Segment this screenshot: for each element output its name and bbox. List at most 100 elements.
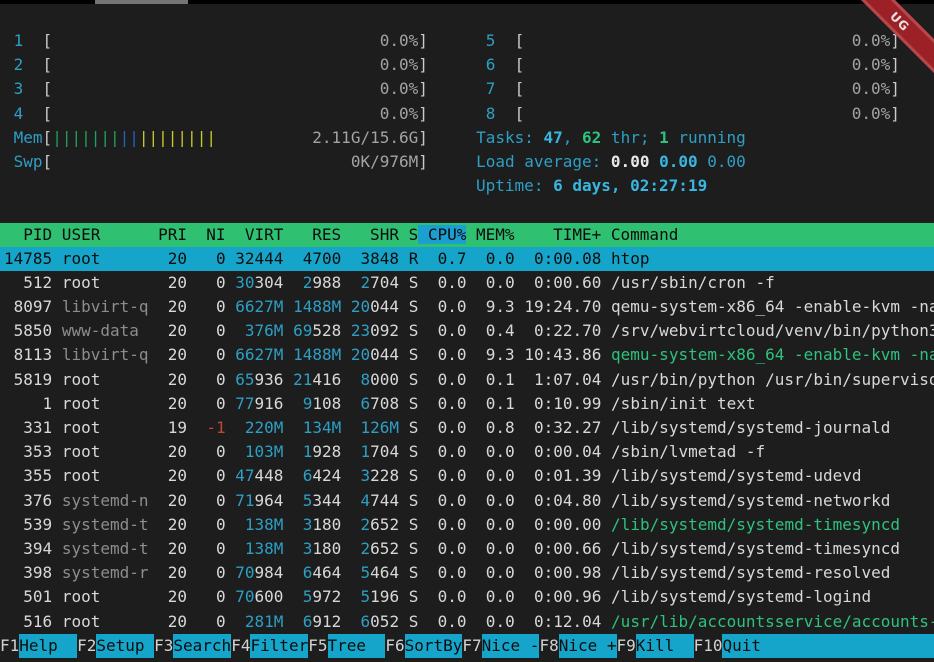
cell-pid: 501 — [4, 587, 52, 606]
process-row[interactable]: 331 root 19 -1 220M 134M 126M S 0.0 0.8 … — [0, 416, 934, 440]
cell-sep — [399, 418, 409, 437]
tasks-label: Tasks: — [476, 128, 543, 147]
cell-ni: 0 — [197, 273, 226, 292]
process-row[interactable]: 5819 root 20 0 65936 21416 8000 S 0.0 0.… — [0, 368, 934, 392]
fnkey-f5-label[interactable]: Tree — [328, 634, 386, 658]
column-header-shr[interactable]: SHR — [341, 225, 399, 244]
fnkey-f3-key[interactable]: F3 — [154, 634, 173, 658]
column-header-time[interactable]: TIME+ — [515, 225, 602, 244]
cell-mem: 0.0 — [476, 587, 515, 606]
process-row[interactable]: 8097 libvirt-q 20 0 6627M 1488M 20044 S … — [0, 295, 934, 319]
fnkey-f6-label[interactable]: SortBy — [405, 634, 463, 658]
cell-user: systemd-r — [62, 563, 149, 582]
cell-state: S — [409, 321, 419, 340]
table-header: PID USER PRI NI VIRT RES SHR S CPU% MEM%… — [0, 223, 934, 247]
fnkey-f7-key[interactable]: F7 — [462, 634, 481, 658]
cell-mem: 0.8 — [476, 418, 515, 437]
meter-open-bracket: [ — [43, 128, 53, 147]
cell-sep — [467, 587, 477, 606]
cell-mem: 9.3 — [476, 345, 515, 364]
column-header-res[interactable]: RES — [283, 225, 341, 244]
cell-seg: 9 — [303, 394, 313, 413]
process-row[interactable]: 539 systemd-t 20 0 138M 3180 2652 S 0.0 … — [0, 513, 934, 537]
cell-seg: 65 — [235, 370, 254, 389]
cell-time: 0:00.96 — [524, 587, 601, 606]
fnkey-f4-label[interactable]: Filter — [250, 634, 308, 658]
column-header-cpu[interactable]: CPU% — [418, 225, 466, 244]
fnkey-f6-key[interactable]: F6 — [385, 634, 404, 658]
cell-sep — [52, 491, 62, 510]
cell-pri: 20 — [158, 297, 187, 316]
cell-pad — [235, 612, 245, 631]
cell-seg: 69 — [293, 321, 312, 340]
cell-seg: 652 — [370, 539, 399, 558]
cell-pid: 331 — [4, 418, 52, 437]
column-header-ni[interactable]: NI — [187, 225, 226, 244]
fnkey-f1-label[interactable]: Help — [19, 634, 77, 658]
process-row[interactable]: 501 root 20 0 70600 5972 5196 S 0.0 0.0 … — [0, 585, 934, 609]
column-header-s[interactable]: S — [399, 225, 418, 244]
process-row[interactable]: 512 root 20 0 30304 2988 2704 S 0.0 0.0 … — [0, 271, 934, 295]
cell-state: S — [409, 515, 419, 534]
process-row[interactable]: 516 root 20 0 281M 6912 6052 S 0.0 0.0 0… — [0, 610, 934, 634]
process-row[interactable]: 8113 libvirt-q 20 0 6627M 1488M 20044 S … — [0, 343, 934, 367]
process-row[interactable]: 398 systemd-r 20 0 70984 6464 5464 S 0.0… — [0, 561, 934, 585]
column-header-virt[interactable]: VIRT — [226, 225, 284, 244]
fnkey-f2-key[interactable]: F2 — [77, 634, 96, 658]
fnkey-f5-key[interactable]: F5 — [308, 634, 327, 658]
cell-pad — [351, 563, 361, 582]
cell-seg: 3 — [303, 539, 313, 558]
column-header-command[interactable]: Command — [601, 225, 678, 244]
fnkey-f8-key[interactable]: F8 — [539, 634, 558, 658]
fnkey-f10-key[interactable]: F10 — [694, 634, 723, 658]
process-row[interactable]: 376 systemd-n 20 0 71964 5344 4744 S 0.0… — [0, 489, 934, 513]
fnkey-f9-key[interactable]: F9 — [617, 634, 636, 658]
cell-mem: 0.0 — [476, 442, 515, 461]
fnkey-f9-label[interactable]: Kill — [636, 634, 694, 658]
fnkey-f7-label[interactable]: Nice - — [482, 634, 540, 658]
cell-pad — [351, 539, 361, 558]
process-row[interactable]: 353 root 20 0 103M 1928 1704 S 0.0 0.0 0… — [0, 440, 934, 464]
cell-seg: 138M — [245, 515, 284, 534]
process-row[interactable]: 14785 root 20 0 32444 4700 3848 R 0.7 0.… — [0, 247, 934, 271]
fnkey-f3-label[interactable]: Search — [173, 634, 231, 658]
fnkey-f1-key[interactable]: F1 — [0, 634, 19, 658]
process-row[interactable]: 5850 www-data 20 0 376M 69528 23092 S 0.… — [0, 319, 934, 343]
cell-sep — [341, 612, 351, 631]
process-row[interactable]: 355 root 20 0 47448 6424 3228 S 0.0 0.0 … — [0, 464, 934, 488]
spacer — [4, 104, 14, 123]
fnkey-f8-label[interactable]: Nice + — [559, 634, 617, 658]
cell-sep — [399, 587, 409, 606]
process-row[interactable]: 1 root 20 0 77916 9108 6708 S 0.0 0.1 0:… — [0, 392, 934, 416]
column-header-user[interactable]: USER — [52, 225, 148, 244]
process-row[interactable]: 394 systemd-t 20 0 138M 3180 2652 S 0.0 … — [0, 537, 934, 561]
cell-sep — [341, 297, 351, 316]
cell-user: systemd-n — [62, 491, 149, 510]
cell-seg: 180 — [312, 515, 341, 534]
cell-time: 0:00.04 — [524, 442, 601, 461]
cell-pad — [293, 612, 303, 631]
column-header-pid[interactable]: PID — [4, 225, 52, 244]
column-header-pri[interactable]: PRI — [149, 225, 188, 244]
column-header-mem[interactable]: MEM% — [466, 225, 514, 244]
spacer — [4, 176, 476, 195]
meter-bar-blue: || — [120, 128, 139, 147]
fnkey-f4-key[interactable]: F4 — [231, 634, 250, 658]
cell-command: qemu-system-x86_64 -enable-kvm -na — [611, 345, 934, 364]
cell-cpu: 0.0 — [428, 515, 467, 534]
cell-user: root — [62, 466, 149, 485]
cell-sep — [52, 297, 62, 316]
cell-seg: 30 — [235, 273, 254, 292]
cell-sep — [52, 394, 62, 413]
cell-sep — [515, 539, 525, 558]
cell-sep — [149, 612, 159, 631]
cell-sep — [341, 491, 351, 510]
cpu7-meter-value: 0.0% — [852, 79, 891, 98]
cell-mem: 0.0 — [476, 466, 515, 485]
fnkey-f2-label[interactable]: Setup — [96, 634, 154, 658]
fnkey-f10-label[interactable]: Quit — [722, 634, 780, 658]
window-tab-fragment[interactable] — [95, 0, 188, 4]
cell-sep — [149, 418, 159, 437]
cell-sep — [515, 249, 525, 268]
cell-state: S — [409, 370, 419, 389]
